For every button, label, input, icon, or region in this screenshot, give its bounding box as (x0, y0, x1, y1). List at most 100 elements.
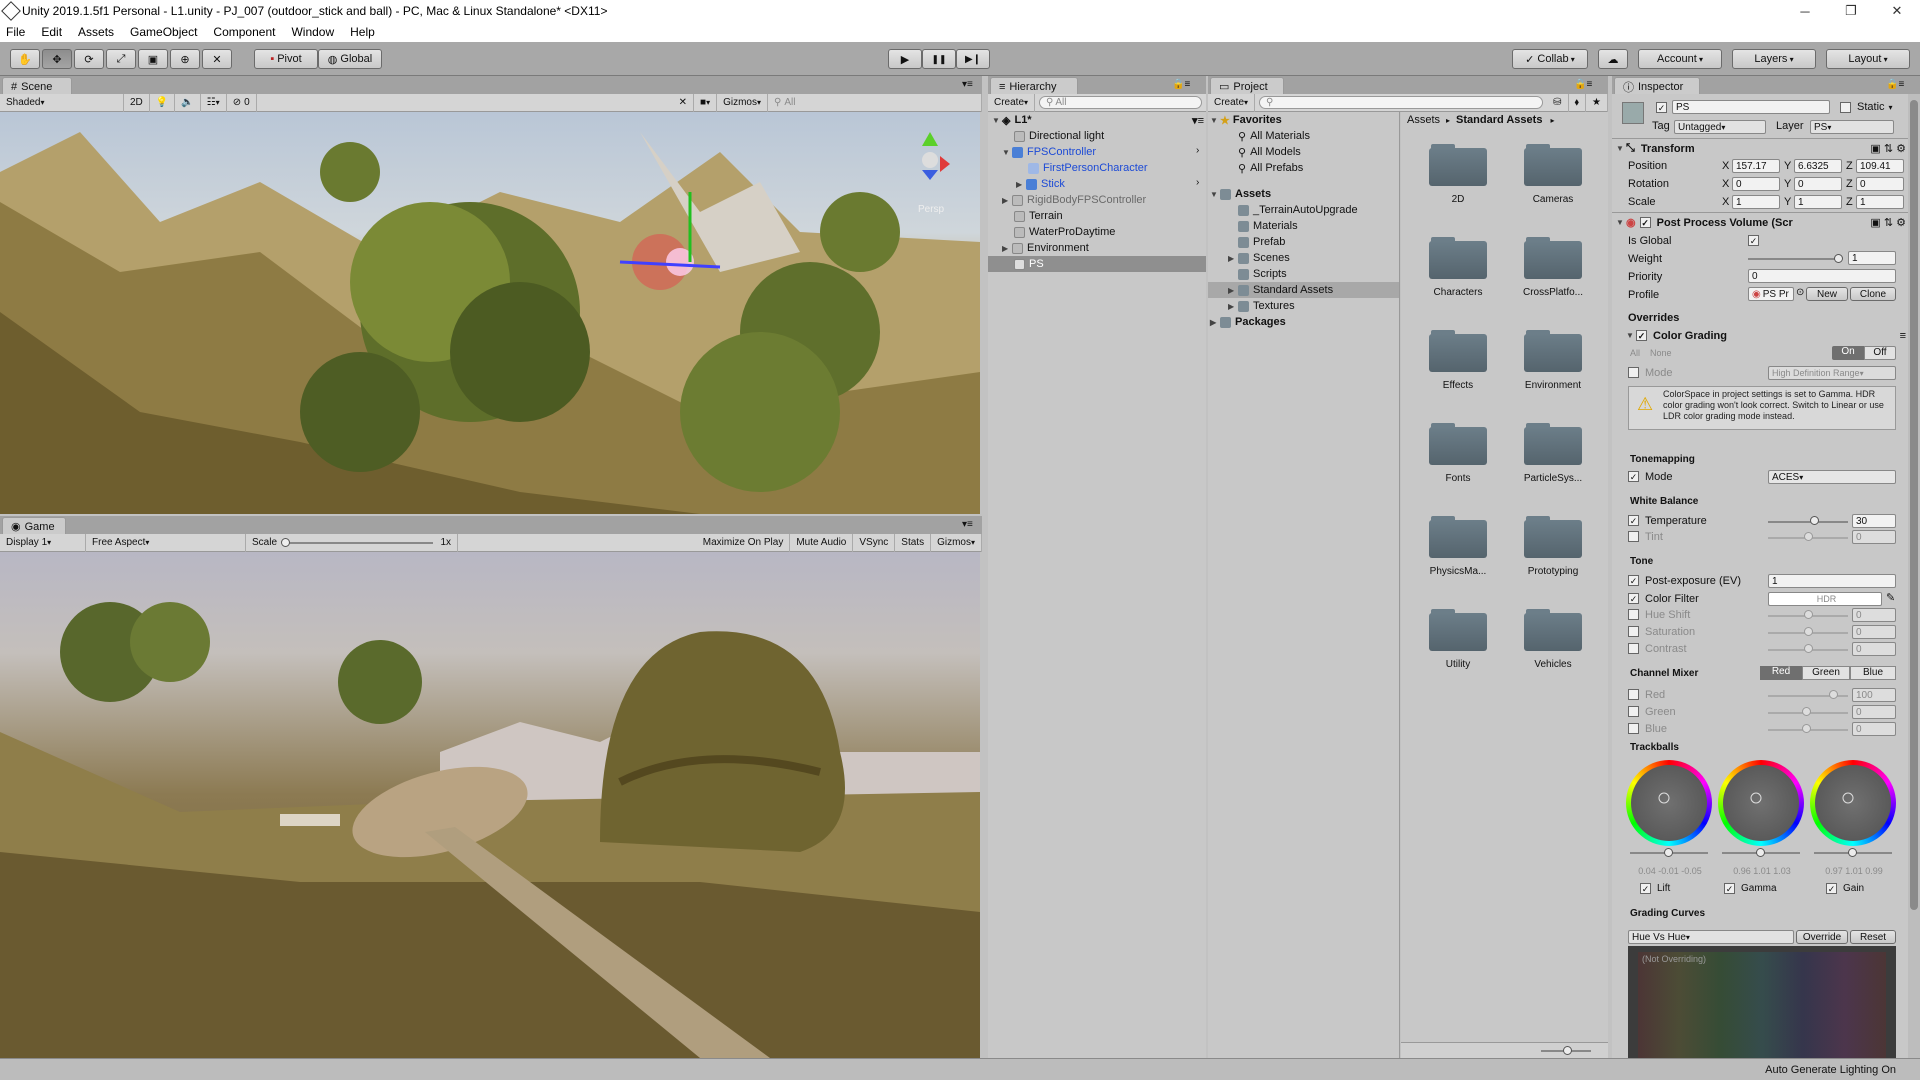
post-exposure-checkbox[interactable]: ✓ (1628, 575, 1639, 586)
static-checkbox[interactable] (1840, 101, 1851, 113)
static-dropdown-icon[interactable]: ▾ (1889, 103, 1893, 112)
project-lock-icon[interactable]: 🔒≡ (1574, 79, 1592, 90)
mixer-red-field[interactable]: 100 (1852, 688, 1896, 702)
mode-dropdown[interactable]: High Definition Range (1768, 366, 1896, 380)
transform-tool-button[interactable]: ⊕ (170, 49, 200, 69)
mixer-green-field[interactable]: 0 (1852, 705, 1896, 719)
scale-z-field[interactable]: 1 (1856, 195, 1904, 209)
rect-tool-button[interactable]: ▣ (138, 49, 168, 69)
mute-audio-toggle[interactable]: Mute Audio (790, 533, 854, 552)
tint-checkbox[interactable] (1628, 531, 1639, 542)
move-tool-button[interactable]: ✥ (42, 49, 72, 69)
saturation-knob[interactable] (1804, 627, 1813, 636)
gamma-trackball[interactable] (1718, 760, 1804, 846)
position-z-field[interactable]: 109.41 (1856, 159, 1904, 173)
layers-dropdown[interactable]: Layers (1732, 49, 1816, 69)
effects-dropdown[interactable]: ☷ (201, 93, 227, 112)
folder-label[interactable]: 2D (1413, 194, 1503, 205)
gain-checkbox[interactable]: ✓ (1826, 883, 1837, 894)
display-dropdown[interactable]: Display 1 (0, 533, 86, 552)
gain-knob[interactable] (1848, 848, 1857, 857)
menu-assets[interactable]: Assets (78, 25, 114, 39)
icon-size-knob[interactable] (1563, 1046, 1572, 1055)
layout-dropdown[interactable]: Layout (1826, 49, 1910, 69)
lift-toggle[interactable]: ✓ Lift (1640, 880, 1670, 897)
breadcrumb-current[interactable]: Standard Assets (1456, 114, 1542, 126)
persp-label[interactable]: Persp (918, 204, 944, 215)
rotation-x-field[interactable]: 0 (1732, 177, 1780, 191)
prefab-arrow-icon[interactable]: › (1196, 177, 1199, 188)
axis-label[interactable]: X (1722, 178, 1729, 190)
curve-mode-dropdown[interactable]: Hue Vs Hue (1628, 930, 1794, 944)
project-create-dropdown[interactable]: Create (1208, 93, 1256, 112)
name-field[interactable]: PS (1672, 100, 1830, 114)
hierarchy-item[interactable]: WaterProDaytime (1014, 224, 1115, 240)
hierarchy-item-selected[interactable]: PS (988, 256, 1206, 272)
folder-label[interactable]: ParticleSys... (1508, 473, 1598, 484)
lift-checkbox[interactable]: ✓ (1640, 883, 1651, 894)
vsync-toggle[interactable]: VSync (853, 533, 896, 552)
temperature-knob[interactable] (1810, 516, 1819, 525)
axis-label[interactable]: X (1722, 196, 1729, 208)
folder-icon[interactable] (1524, 235, 1582, 279)
asset-folder-item[interactable]: ▶ Scenes (1228, 250, 1290, 266)
folder-label[interactable]: Effects (1413, 380, 1503, 391)
transform-header[interactable]: ▼ ⤡ Transform ▣ ⇅ ⚙ (1616, 140, 1906, 157)
mixer-blue-field[interactable]: 0 (1852, 722, 1896, 736)
layer-dropdown[interactable]: PS (1810, 120, 1894, 134)
mixer-blue-knob[interactable] (1802, 724, 1811, 733)
folder-label[interactable]: Fonts (1413, 473, 1503, 484)
stats-toggle[interactable]: Stats (895, 533, 932, 552)
hue-shift-knob[interactable] (1804, 610, 1813, 619)
gamma-toggle[interactable]: ✓ Gamma (1724, 880, 1777, 897)
tint-field[interactable]: 0 (1852, 530, 1896, 544)
tm-mode-checkbox[interactable]: ✓ (1628, 471, 1639, 482)
filter-label-button[interactable]: ⬧ (1569, 93, 1587, 112)
static-toggle[interactable]: Static ▾ (1840, 101, 1893, 113)
scene-root[interactable]: ▼ ◈ L1* ▾≡ (992, 112, 1204, 128)
folder-icon[interactable] (1524, 328, 1582, 372)
maximize-on-play-toggle[interactable]: Maximize On Play (697, 533, 791, 552)
mixer-blue-checkbox[interactable] (1628, 723, 1639, 734)
hierarchy-lock-icon[interactable]: 🔒≡ (1172, 79, 1190, 90)
scale-x-field[interactable]: 1 (1732, 195, 1780, 209)
weight-slider[interactable] (1748, 258, 1842, 260)
pivot-button[interactable]: ▪ Pivot (254, 49, 318, 69)
menu-file[interactable]: File (6, 25, 25, 39)
contrast-knob[interactable] (1804, 644, 1813, 653)
hierarchy-search-input[interactable]: ⚲ All (1039, 96, 1202, 109)
rotate-tool-button[interactable]: ⟳ (74, 49, 104, 69)
axis-label[interactable]: X (1722, 160, 1729, 172)
cloud-button[interactable]: ☁ (1598, 49, 1628, 69)
all-toggle[interactable]: All (1630, 348, 1640, 358)
profile-clone-button[interactable]: Clone (1850, 287, 1896, 301)
lift-trackball[interactable] (1626, 760, 1712, 846)
hierarchy-item[interactable]: ▶ Environment (1002, 240, 1089, 256)
play-button[interactable]: ▶ (888, 49, 922, 69)
position-y-field[interactable]: 6.6325 (1794, 159, 1842, 173)
hand-tool-button[interactable]: ✋ (10, 49, 40, 69)
folder-icon[interactable] (1524, 421, 1582, 465)
close-button[interactable]: ✕ (1874, 0, 1920, 22)
scene-tools-button[interactable]: ✕ (673, 93, 695, 112)
scene-viewport[interactable]: Persp (0, 112, 980, 514)
hierarchy-item[interactable]: ▼ FPSController (1002, 144, 1096, 160)
ppv-enabled-checkbox[interactable]: ✓ (1639, 217, 1651, 228)
temperature-checkbox[interactable]: ✓ (1628, 515, 1639, 526)
hidden-objects-toggle[interactable]: ⊘ 0 (227, 93, 257, 112)
asset-folder-item[interactable]: Scripts (1238, 266, 1287, 282)
hierarchy-item[interactable]: FirstPersonCharacter (1028, 160, 1148, 176)
channel-green-tab[interactable]: Green (1802, 666, 1850, 680)
global-button[interactable]: ◍ Global (318, 49, 382, 69)
folder-icon[interactable] (1429, 421, 1487, 465)
color-filter-checkbox[interactable]: ✓ (1628, 593, 1639, 604)
menu-component[interactable]: Component (213, 25, 275, 39)
favorite-button[interactable]: ★ (1586, 93, 1608, 112)
temperature-field[interactable]: 30 (1852, 514, 1896, 528)
color-filter-swatch[interactable]: HDR (1768, 592, 1882, 606)
mixer-red-knob[interactable] (1828, 690, 1838, 699)
scrollbar-thumb[interactable] (1910, 100, 1918, 910)
2d-toggle[interactable]: 2D (124, 93, 150, 112)
aspect-dropdown[interactable]: Free Aspect (86, 533, 246, 552)
inspector-scrollbar[interactable] (1908, 94, 1920, 1058)
